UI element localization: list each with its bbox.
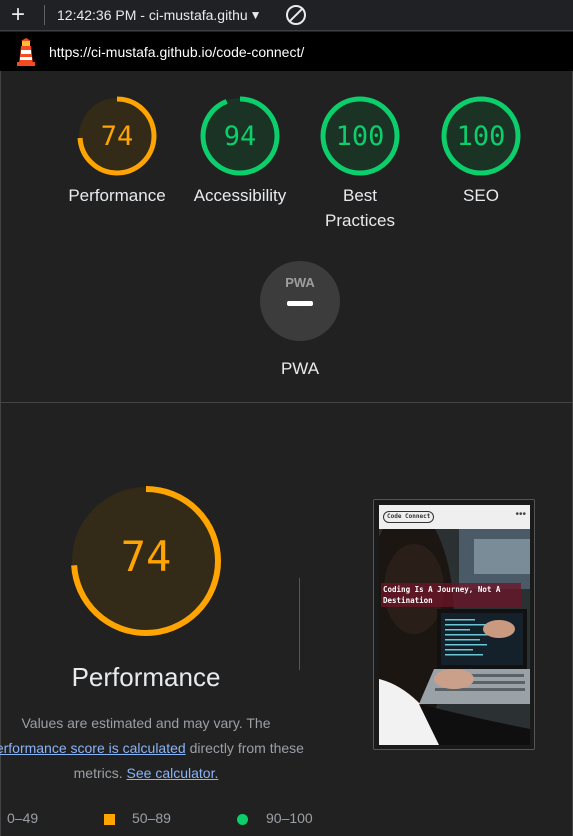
- see-calculator-link[interactable]: See calculator.: [127, 765, 219, 781]
- report-url[interactable]: https://ci-mustafa.github.io/code-connec…: [49, 44, 304, 60]
- gauge-label: Performance: [68, 186, 166, 205]
- accessibility-gauge-ring: 94: [200, 96, 280, 176]
- screenshot-content: Code Connect ••• Coding Is A Journey, No…: [379, 505, 530, 745]
- legend-pass-range: 90–100: [266, 810, 313, 826]
- pwa-badge-icon: PWA: [260, 261, 340, 341]
- report-title: 12:42:36 PM - ci-mustafa.githu: [57, 7, 248, 23]
- devtools-toolbar: + 12:42:36 PM - ci-mustafa.githu ▼: [0, 0, 573, 31]
- gauge-label: SEO: [463, 186, 499, 205]
- hero-photo: [379, 529, 530, 745]
- toolbar-separator: [44, 5, 45, 25]
- gauge-label: Accessibility: [193, 186, 287, 205]
- lighthouse-report: 74 Performance 94 Accessibility 100 Best…: [0, 71, 573, 836]
- legend-average-range: 50–89: [132, 810, 171, 826]
- gauge-score: 100: [457, 121, 506, 152]
- seo-gauge-ring: 100: [441, 96, 521, 176]
- score-calculation-link[interactable]: performance score is calculated: [0, 740, 186, 756]
- legend-average-icon: [104, 814, 115, 825]
- thumbnail-logo: Code Connect: [383, 511, 435, 523]
- score-legend: 0–49 50–89 90–100: [1, 810, 573, 830]
- add-report-button[interactable]: +: [0, 0, 36, 31]
- performance-large-gauge: 74: [68, 483, 224, 639]
- desc-text: directly from these: [189, 740, 304, 756]
- gauge-pwa[interactable]: PWA PWA: [245, 260, 355, 381]
- legend-pass-icon: [237, 814, 248, 825]
- gauge-label: Best Practices: [325, 186, 395, 230]
- performance-large-ring: 74: [71, 486, 221, 636]
- thumbnail-menu-icon: •••: [515, 509, 526, 520]
- gauge-performance[interactable]: 74 Performance: [62, 95, 172, 208]
- gauge-accessibility[interactable]: 94 Accessibility: [185, 95, 295, 208]
- gauge-score: 74: [101, 121, 134, 152]
- performance-description: Values are estimated and may vary. The p…: [0, 711, 331, 786]
- gauge-score: 94: [224, 121, 257, 152]
- gauge-score: 100: [336, 121, 385, 152]
- gauge-best-practices[interactable]: 100 Best Practices: [305, 95, 415, 233]
- legend-fail-range: 0–49: [7, 810, 39, 826]
- desc-text: Values are estimated and may vary. The: [21, 715, 271, 731]
- vertical-divider: [299, 578, 300, 670]
- dropdown-caret-icon: ▼: [249, 8, 262, 22]
- best-practices-gauge-ring: 100: [320, 96, 400, 176]
- report-selector[interactable]: 12:42:36 PM - ci-mustafa.githu ▼: [51, 0, 268, 31]
- gauge-label: PWA: [280, 359, 320, 378]
- performance-large-score: 74: [121, 532, 172, 581]
- thumbnail-navbar: Code Connect •••: [379, 505, 530, 529]
- report-url-bar: https://ci-mustafa.github.io/code-connec…: [0, 32, 573, 71]
- plus-icon: +: [10, 1, 25, 28]
- clear-reports-icon[interactable]: [285, 5, 306, 25]
- performance-title: Performance: [71, 662, 221, 692]
- section-divider: [1, 402, 573, 403]
- final-screenshot-thumbnail[interactable]: Code Connect ••• Coding Is A Journey, No…: [373, 499, 535, 750]
- desc-text: metrics.: [73, 765, 123, 781]
- lighthouse-icon: [15, 37, 37, 66]
- hero-caption: Coding Is A Journey, Not A Destination: [381, 583, 521, 607]
- gauge-seo[interactable]: 100 SEO: [426, 95, 536, 208]
- performance-gauge-ring: 74: [77, 96, 157, 176]
- pwa-badge-text: PWA: [285, 275, 315, 290]
